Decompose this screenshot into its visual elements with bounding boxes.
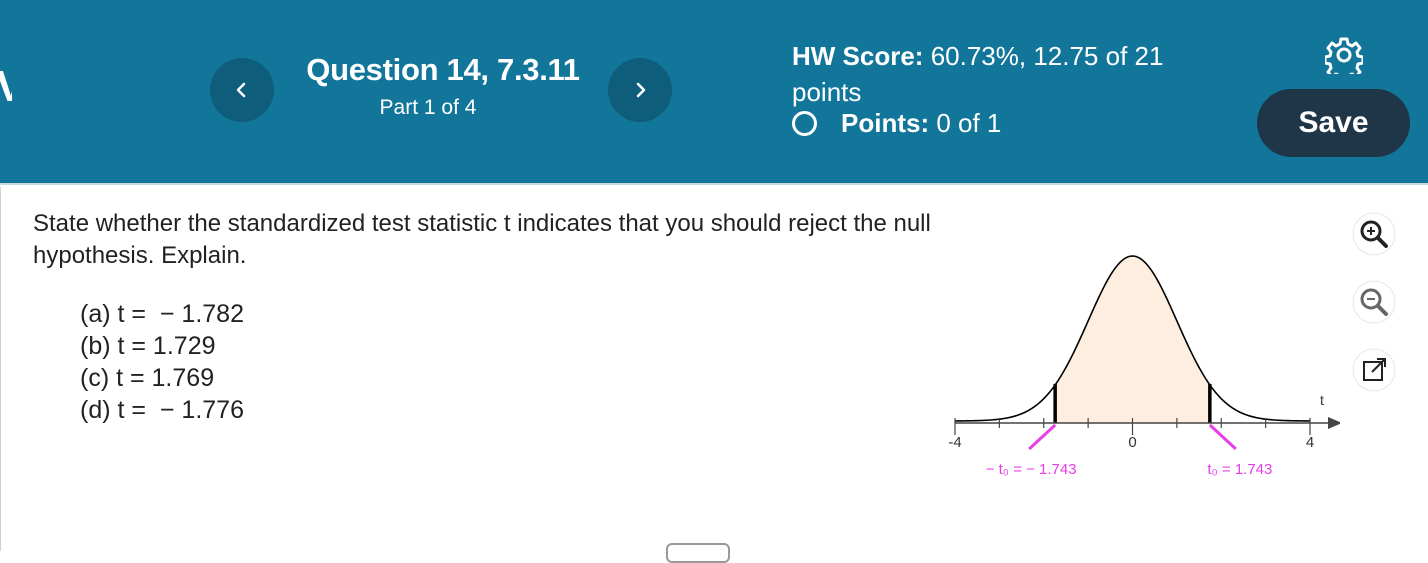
part-c: (c) t = 1.769 xyxy=(80,364,215,392)
edge-glyph: V xyxy=(0,64,12,110)
header-bar: V Question 14, 7.3.11 Part 1 of 4 HW Sco… xyxy=(0,0,1428,185)
hw-score: HW Score: 60.73%, 12.75 of 21 points xyxy=(792,38,1222,110)
critical-marker-right xyxy=(1208,423,1237,451)
points-status: Points: 0 of 1 xyxy=(792,108,1001,139)
chevron-left-icon xyxy=(236,82,246,98)
hw-score-suffix: points xyxy=(792,77,862,107)
part-b: (b) t = 1.729 xyxy=(80,332,216,360)
question-parts-list: (a) t = − 1.782 (b) t = 1.729 (c) t = 1.… xyxy=(80,298,244,426)
part-a: (a) t = − 1.782 xyxy=(80,300,244,328)
hw-score-value: 60.73%, 12.75 of 21 xyxy=(930,41,1164,71)
next-question-button[interactable] xyxy=(608,58,672,122)
critical-marker-left xyxy=(1028,423,1057,451)
popout-icon[interactable] xyxy=(1352,348,1396,392)
x-axis-label: t xyxy=(1320,392,1324,408)
question-prompt: State whether the standardized test stat… xyxy=(33,210,931,269)
previous-question-button[interactable] xyxy=(210,58,274,122)
points-label: Points: xyxy=(841,108,930,138)
chevron-right-icon xyxy=(636,82,646,98)
tick-label-min: -4 xyxy=(948,434,961,451)
bottom-handle[interactable] xyxy=(666,543,730,563)
save-button[interactable]: Save xyxy=(1257,89,1410,157)
question-title: Question 14, 7.3.11 xyxy=(306,52,580,87)
zoom-in-icon[interactable] xyxy=(1352,212,1396,256)
x-axis-arrow-icon xyxy=(1328,417,1340,429)
t-distribution-graph: -4 0 4 t − t₀ = − 1.743 t₀ = 1.743 xyxy=(948,255,1340,478)
critical-label-left: − t₀ = − 1.743 xyxy=(986,461,1077,478)
part-d: (d) t = − 1.776 xyxy=(80,396,244,424)
content-left-border xyxy=(0,187,1,551)
points-value: 0 of 1 xyxy=(936,108,1002,138)
tick-label-max: 4 xyxy=(1306,434,1314,451)
status-circle-icon xyxy=(792,111,817,136)
x-axis-ticks xyxy=(954,418,1311,435)
gear-icon[interactable] xyxy=(1325,36,1363,74)
shaded-region xyxy=(1055,256,1210,423)
critical-label-right: t₀ = 1.743 xyxy=(1207,461,1272,478)
tick-label-zero: 0 xyxy=(1128,434,1136,451)
hw-score-label: HW Score: xyxy=(792,41,924,71)
zoom-out-icon[interactable] xyxy=(1352,280,1396,324)
part-label: Part 1 of 4 xyxy=(379,96,477,119)
